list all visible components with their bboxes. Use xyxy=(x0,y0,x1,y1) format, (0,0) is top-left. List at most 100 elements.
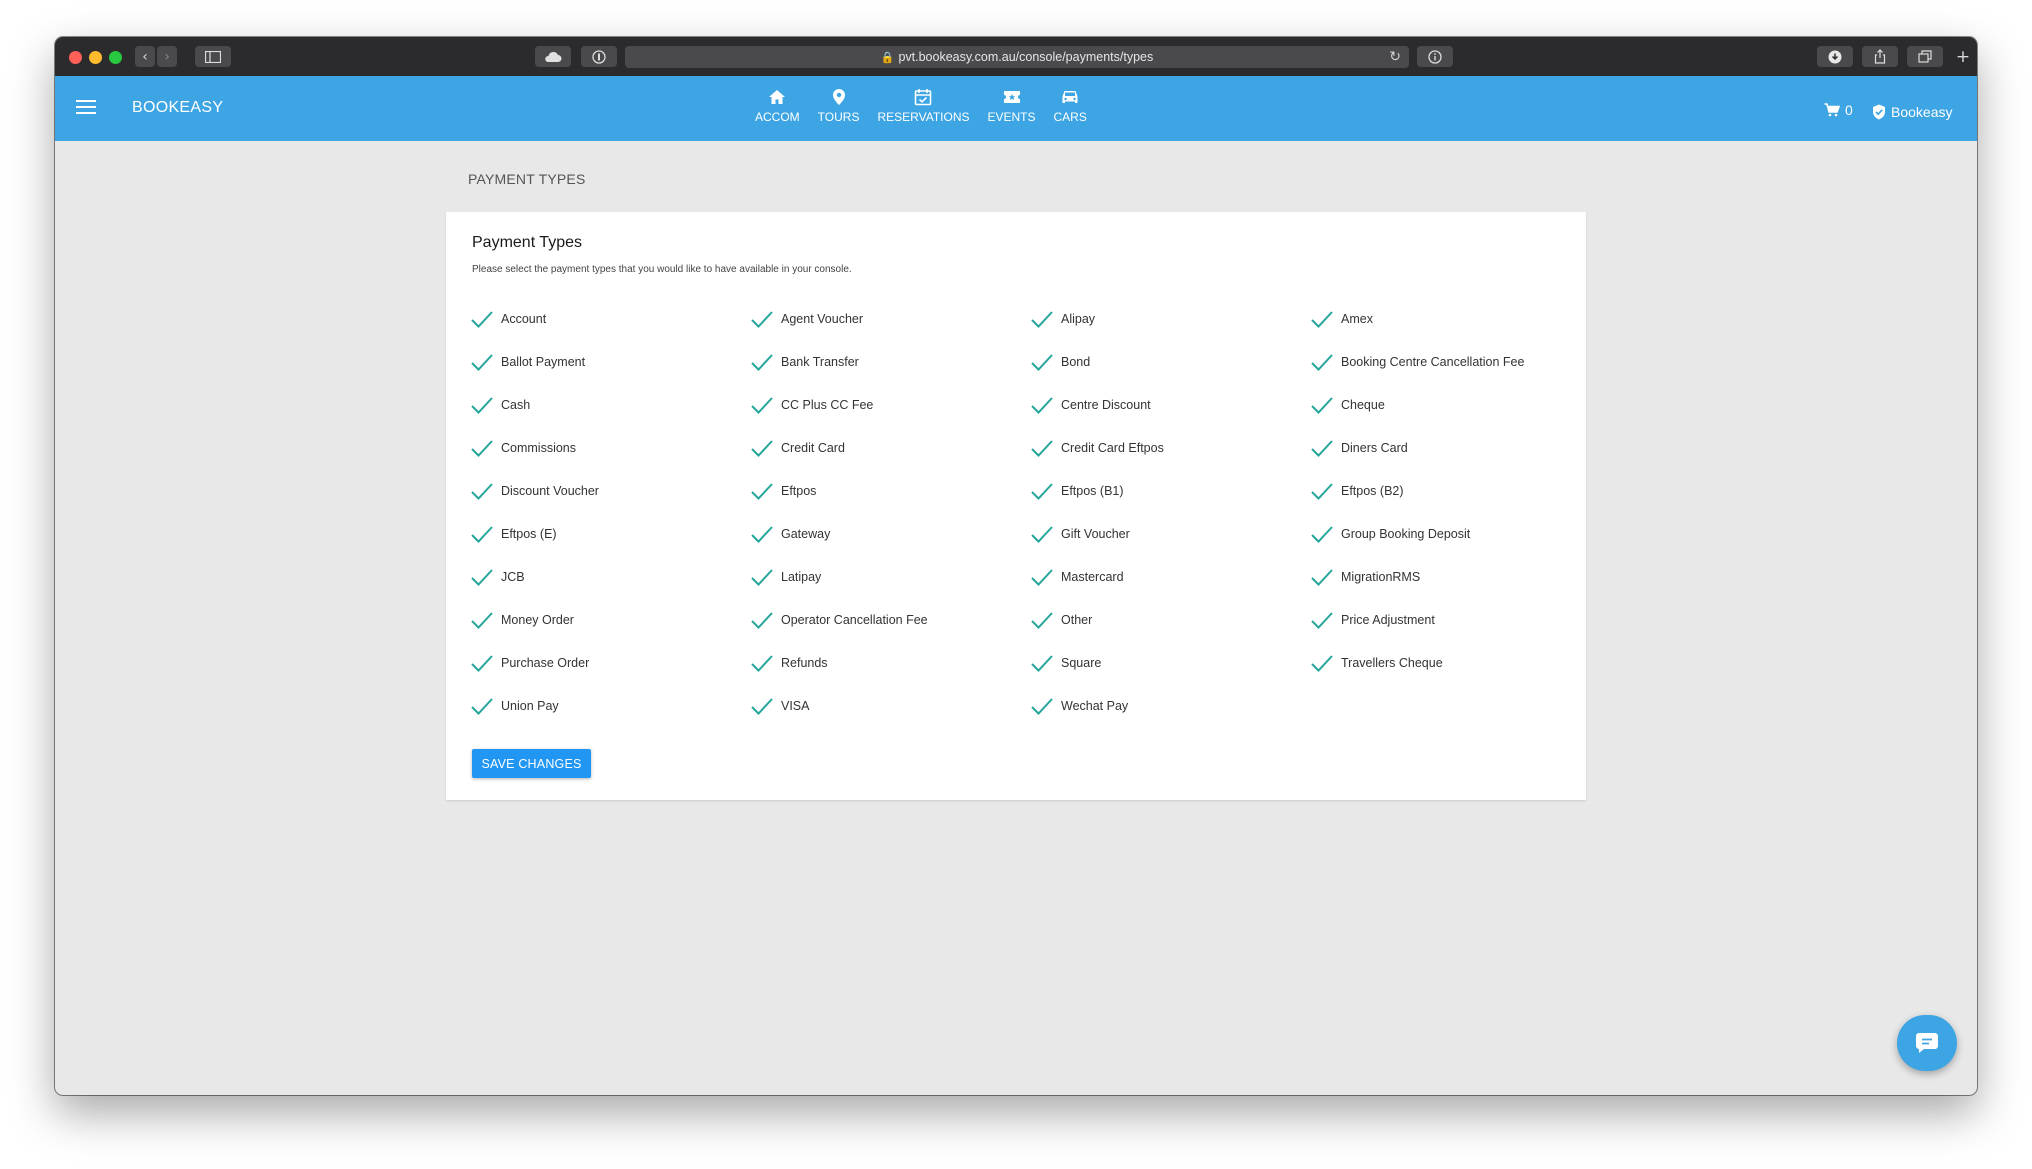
key-circle-icon xyxy=(592,49,606,64)
payment-type-option[interactable]: Group Booking Deposit xyxy=(1310,522,1580,546)
payment-type-option[interactable]: Discount Voucher xyxy=(470,479,740,503)
icloud-tabs-button[interactable] xyxy=(535,46,571,67)
payment-type-label: Travellers Cheque xyxy=(1341,656,1443,670)
payment-type-option[interactable]: Alipay xyxy=(1030,307,1300,331)
checkmark-icon xyxy=(1311,569,1333,586)
payment-type-option[interactable]: Credit Card Eftpos xyxy=(1030,436,1300,460)
app-header: BOOKEASY ACCOM TOURS RESERVATIONS EVENTS… xyxy=(55,76,1977,141)
payment-type-option[interactable]: Booking Centre Cancellation Fee xyxy=(1310,350,1580,374)
address-bar[interactable]: 🔒 pvt.bookeasy.com.au/console/payments/t… xyxy=(625,46,1409,68)
payment-type-option[interactable]: Eftpos (B2) xyxy=(1310,479,1580,503)
password-button[interactable] xyxy=(581,46,617,67)
reader-info-button[interactable] xyxy=(1417,46,1453,67)
share-button[interactable] xyxy=(1862,46,1898,67)
checkmark-icon xyxy=(1311,655,1333,672)
cart-icon xyxy=(1824,103,1840,117)
browser-window: ‹ › 🔒 pvt.bookeasy.com.au/console/paymen… xyxy=(55,37,1977,1095)
account-menu[interactable]: Bookeasy xyxy=(1872,104,1952,120)
payment-type-option[interactable]: Mastercard xyxy=(1030,565,1300,589)
payment-type-option[interactable]: Ballot Payment xyxy=(470,350,740,374)
payment-type-option[interactable]: Eftpos (E) xyxy=(470,522,740,546)
payment-type-option[interactable]: CC Plus CC Fee xyxy=(750,393,1020,417)
payment-type-option[interactable]: VISA xyxy=(750,694,1020,718)
payment-type-label: Eftpos (E) xyxy=(501,527,557,541)
payment-type-option[interactable]: Other xyxy=(1030,608,1300,632)
payment-type-option[interactable]: Cheque xyxy=(1310,393,1580,417)
payment-type-option[interactable]: MigrationRMS xyxy=(1310,565,1580,589)
payment-type-option[interactable]: Cash xyxy=(470,393,740,417)
nav-label: EVENTS xyxy=(987,110,1036,124)
payment-type-option[interactable]: Refunds xyxy=(750,651,1020,675)
payment-type-option[interactable]: Eftpos xyxy=(750,479,1020,503)
payment-type-option[interactable]: Credit Card xyxy=(750,436,1020,460)
payment-type-option[interactable]: Union Pay xyxy=(470,694,740,718)
nav-cars[interactable]: CARS xyxy=(1054,86,1087,124)
payment-type-option[interactable]: Diners Card xyxy=(1310,436,1580,460)
tab-overview-button[interactable] xyxy=(1907,46,1943,67)
cart-count: 0 xyxy=(1845,102,1853,118)
payment-type-label: Purchase Order xyxy=(501,656,590,670)
payment-type-option[interactable]: Operator Cancellation Fee xyxy=(750,608,1020,632)
nav-label: CARS xyxy=(1053,110,1087,124)
payment-type-option[interactable]: JCB xyxy=(470,565,740,589)
payment-type-option[interactable]: Gift Voucher xyxy=(1030,522,1300,546)
checkmark-icon xyxy=(1311,483,1333,500)
nav-label: TOURS xyxy=(817,110,860,124)
chevron-left-icon: ‹ xyxy=(142,48,148,65)
checkmark-icon xyxy=(471,698,493,715)
payment-type-label: Discount Voucher xyxy=(501,484,599,498)
menu-icon[interactable] xyxy=(76,100,96,116)
back-button[interactable]: ‹ xyxy=(135,46,155,67)
checkmark-icon xyxy=(1031,655,1053,672)
minimize-window-button[interactable] xyxy=(89,51,102,64)
new-tab-button[interactable]: + xyxy=(1953,46,1973,67)
page-breadcrumb: PAYMENT TYPES xyxy=(468,171,586,187)
nav-tours[interactable]: TOURS xyxy=(817,86,860,124)
payment-type-option[interactable]: Purchase Order xyxy=(470,651,740,675)
nav-accom[interactable]: ACCOM xyxy=(755,86,800,124)
payment-type-option[interactable]: Agent Voucher xyxy=(750,307,1020,331)
nav-events[interactable]: EVENTS xyxy=(988,86,1036,124)
payment-type-option[interactable]: Commissions xyxy=(470,436,740,460)
chevron-right-icon: › xyxy=(164,48,170,65)
payment-type-option[interactable]: Amex xyxy=(1310,307,1580,331)
payment-type-option[interactable]: Latipay xyxy=(750,565,1020,589)
downloads-button[interactable] xyxy=(1817,46,1853,67)
payment-type-label: Cheque xyxy=(1341,398,1385,412)
checkmark-icon xyxy=(1031,569,1053,586)
sidebar-toggle-button[interactable] xyxy=(195,46,231,67)
payment-type-label: Amex xyxy=(1341,312,1373,326)
payment-type-option[interactable]: Price Adjustment xyxy=(1310,608,1580,632)
nav-label: ACCOM xyxy=(755,110,800,124)
payment-type-option[interactable]: Account xyxy=(470,307,740,331)
checkmark-icon xyxy=(1311,612,1333,629)
nav-reservations[interactable]: RESERVATIONS xyxy=(877,86,970,124)
checkmark-icon xyxy=(1031,526,1053,543)
payment-type-option[interactable]: Square xyxy=(1030,651,1300,675)
payment-type-option[interactable]: Centre Discount xyxy=(1030,393,1300,417)
chat-support-button[interactable] xyxy=(1897,1015,1957,1071)
payment-type-label: Union Pay xyxy=(501,699,559,713)
payment-type-option[interactable]: Wechat Pay xyxy=(1030,694,1300,718)
maximize-window-button[interactable] xyxy=(109,51,122,64)
close-window-button[interactable] xyxy=(69,51,82,64)
checkmark-icon xyxy=(1031,612,1053,629)
payment-type-option[interactable]: Bond xyxy=(1030,350,1300,374)
save-changes-button[interactable]: SAVE CHANGES xyxy=(472,749,591,778)
brand-logo-text[interactable]: BOOKEASY xyxy=(132,99,223,117)
forward-button[interactable]: › xyxy=(157,46,177,67)
payment-type-option[interactable]: Money Order xyxy=(470,608,740,632)
car-icon xyxy=(1059,86,1081,108)
payment-type-label: Operator Cancellation Fee xyxy=(781,613,928,627)
payment-type-option[interactable]: Travellers Cheque xyxy=(1310,651,1580,675)
share-icon xyxy=(1874,49,1886,64)
payment-type-option[interactable]: Bank Transfer xyxy=(750,350,1020,374)
checkmark-icon xyxy=(751,612,773,629)
reload-icon[interactable]: ↻ xyxy=(1389,48,1401,65)
payment-type-label: Gift Voucher xyxy=(1061,527,1130,541)
payment-type-label: Other xyxy=(1061,613,1093,627)
payment-type-option[interactable]: Eftpos (B1) xyxy=(1030,479,1300,503)
cart-button[interactable]: 0 xyxy=(1824,102,1853,118)
payment-type-option[interactable]: Gateway xyxy=(750,522,1020,546)
payment-type-label: Bank Transfer xyxy=(781,355,859,369)
